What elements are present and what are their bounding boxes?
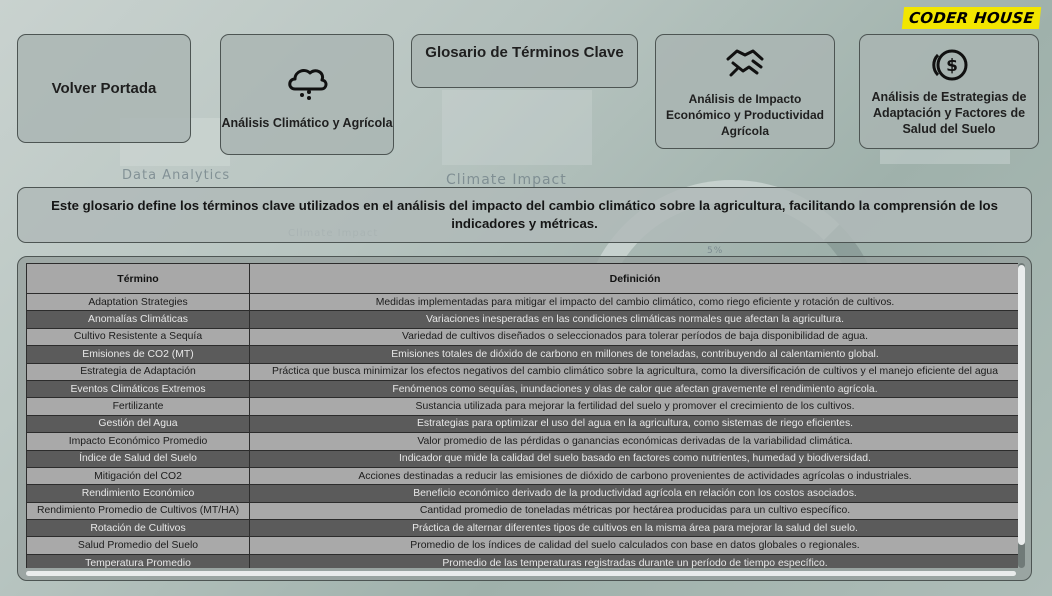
analisis-impacto-button[interactable]: Análisis de Impacto Económico y Producti…	[655, 34, 835, 149]
table-row[interactable]: Impacto Económico Promedio Valor promedio…	[26, 432, 1018, 451]
analisis-climatico-label: Análisis Climático y Agrícola	[221, 115, 393, 130]
table-row[interactable]: Temperatura Promedio Promedio de las temp…	[26, 553, 1018, 568]
glossary-intro-panel: Este glosario define los términos clave …	[17, 187, 1032, 243]
table-header-row: Término Definición	[26, 263, 1018, 294]
definition-cell: Indicador que mide la calidad del suelo …	[249, 449, 1018, 468]
column-header-definicion[interactable]: Definición	[249, 263, 1018, 294]
svg-text:$: $	[946, 56, 958, 76]
definition-cell: Medidas implementadas para mitigar el im…	[249, 292, 1018, 312]
term-cell: Adaptation Strategies	[26, 292, 250, 312]
term-cell: Estrategia de Adaptación	[26, 362, 250, 381]
vertical-scrollbar-thumb[interactable]	[1018, 265, 1025, 545]
term-cell: Temperatura Promedio	[26, 553, 250, 568]
definition-cell: Valor promedio de las pérdidas o gananci…	[249, 432, 1018, 451]
glossary-intro-text: Este glosario define los términos clave …	[51, 198, 998, 231]
bg-word-data-analytics: Data Analytics	[122, 168, 231, 183]
term-cell: Eventos Climáticos Extremos	[26, 379, 250, 399]
definition-cell: Beneficio económico derivado de la produ…	[249, 484, 1018, 503]
term-cell: Emisiones de CO2 (MT)	[26, 345, 250, 364]
glossary-table-panel: Término Definición Adaptation Strategies…	[17, 256, 1032, 581]
analisis-impacto-label: Análisis de Impacto Económico y Producti…	[665, 91, 825, 138]
definition-cell: Promedio de las temperaturas registradas…	[249, 553, 1018, 568]
analisis-climatico-button[interactable]: Análisis Climático y Agrícola	[220, 34, 394, 155]
glosario-button[interactable]: Glosario de Términos Clave	[411, 34, 638, 88]
definition-cell: Cantidad promedio de toneladas métricas …	[249, 501, 1018, 521]
term-cell: Fertilizante	[26, 397, 250, 416]
table-row[interactable]: Cultivo Resistente a Sequía Variedad de c…	[26, 327, 1018, 347]
term-cell: Índice de Salud del Suelo	[26, 449, 250, 468]
volver-portada-button[interactable]: Volver Portada	[17, 34, 191, 143]
term-cell: Mitigación del CO2	[26, 466, 250, 486]
table-row[interactable]: Salud Promedio del Suelo Promedio de los …	[26, 536, 1018, 555]
glosario-label: Glosario de Términos Clave	[425, 44, 624, 61]
bg-line-chart	[442, 90, 592, 165]
handshake-icon	[723, 45, 767, 81]
volver-portada-label: Volver Portada	[51, 79, 157, 97]
definition-cell: Emisiones totales de dióxido de carbono …	[249, 345, 1018, 364]
bg-bars-right	[880, 150, 1010, 164]
definition-cell: Variaciones inesperadas en las condicion…	[249, 310, 1018, 329]
table-row[interactable]: Mitigación del CO2 Acciones destinadas a …	[26, 466, 1018, 486]
definition-cell: Fenómenos como sequías, inundaciones y o…	[249, 379, 1018, 399]
table-row[interactable]: Adaptation Strategies Medidas implementad…	[26, 292, 1018, 312]
cloud-rain-icon	[285, 65, 329, 101]
definition-cell: Variedad de cultivos diseñados o selecci…	[249, 327, 1018, 347]
bg-word-percent: 5%	[707, 246, 724, 256]
bg-word-climate-impact: Climate Impact	[446, 172, 567, 188]
definition-cell: Promedio de los índices de calidad del s…	[249, 536, 1018, 555]
table-row[interactable]: Emisiones de CO2 (MT) Emisiones totales d…	[26, 345, 1018, 364]
term-cell: Gestión del Agua	[26, 414, 250, 434]
term-cell: Rendimiento Promedio de Cultivos (MT/HA)	[26, 501, 250, 521]
table-row[interactable]: Índice de Salud del Suelo Indicador que m…	[26, 449, 1018, 468]
column-header-termino[interactable]: Término	[26, 263, 250, 294]
term-cell: Cultivo Resistente a Sequía	[26, 327, 250, 347]
table-row[interactable]: Estrategia de Adaptación Práctica que bus…	[26, 362, 1018, 381]
definition-cell: Práctica que busca minimizar los efectos…	[249, 362, 1018, 381]
table-row[interactable]: Rendimiento Promedio de Cultivos (MT/HA)…	[26, 501, 1018, 521]
table-row[interactable]: Rendimiento Económico Beneficio económico…	[26, 484, 1018, 503]
table-row[interactable]: Fertilizante Sustancia utilizada para mej…	[26, 397, 1018, 416]
definition-cell: Sustancia utilizada para mejorar la fert…	[249, 397, 1018, 416]
term-cell: Rotación de Cultivos	[26, 519, 250, 538]
glossary-table: Término Definición Adaptation Strategies…	[26, 263, 1018, 568]
term-cell: Anomalías Climáticas	[26, 310, 250, 329]
term-cell: Impacto Económico Promedio	[26, 432, 250, 451]
glossary-table-scroll[interactable]: Término Definición Adaptation Strategies…	[26, 263, 1018, 568]
table-row[interactable]: Eventos Climáticos Extremos Fenómenos com…	[26, 379, 1018, 399]
definition-cell: Práctica de alternar diferentes tipos de…	[249, 519, 1018, 538]
definition-cell: Estrategias para optimizar el uso del ag…	[249, 414, 1018, 434]
table-row[interactable]: Rotación de Cultivos Práctica de alternar…	[26, 519, 1018, 538]
term-cell: Salud Promedio del Suelo	[26, 536, 250, 555]
table-row[interactable]: Anomalías Climáticas Variaciones inespera…	[26, 310, 1018, 329]
table-row[interactable]: Gestión del Agua Estrategias para optimiz…	[26, 414, 1018, 434]
coder-house-logo: CODER HOUSE	[901, 7, 1042, 29]
definition-cell: Acciones destinadas a reducir las emisio…	[249, 466, 1018, 486]
term-cell: Rendimiento Económico	[26, 484, 250, 503]
horizontal-scrollbar[interactable]	[26, 571, 1016, 576]
coins-icon: $	[927, 47, 971, 83]
analisis-estrategias-label: Análisis de Estrategias de Adaptación y …	[871, 89, 1027, 136]
analisis-estrategias-button[interactable]: $ Análisis de Estrategias de Adaptación …	[859, 34, 1039, 149]
